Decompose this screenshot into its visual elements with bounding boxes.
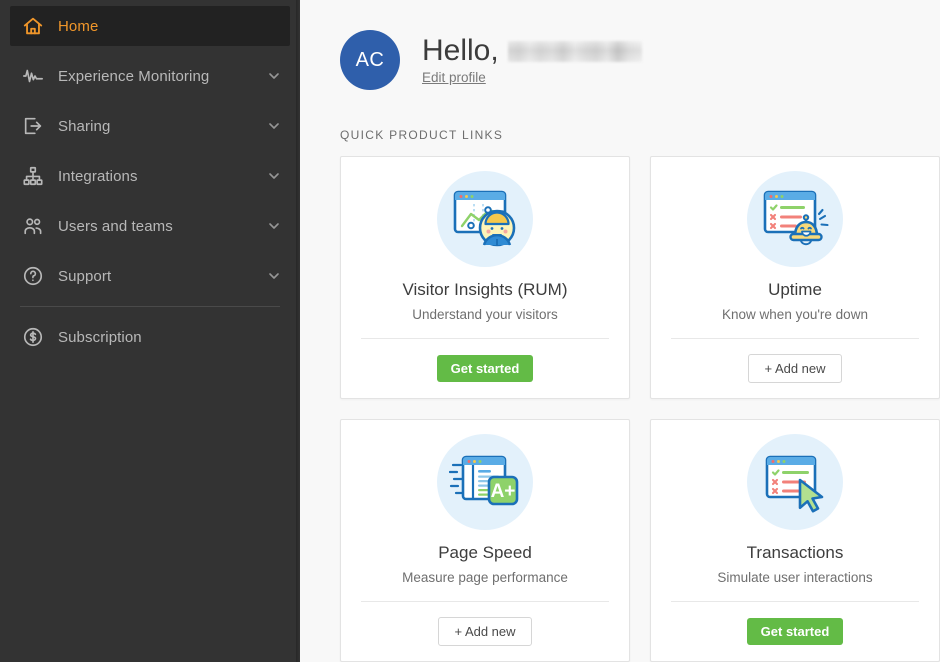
get-started-button[interactable]: Get started <box>746 618 844 646</box>
main-content: AC Hello, Edit profile QUICK PRODUCT LIN… <box>300 0 940 662</box>
user-name-redacted <box>507 40 642 62</box>
card-actions: Get started <box>361 339 609 398</box>
question-icon <box>20 263 46 289</box>
sidebar-item-label: Support <box>58 267 112 285</box>
profile-header: AC Hello, Edit profile <box>340 28 940 92</box>
sidebar-item-label: Experience Monitoring <box>58 67 210 85</box>
product-card-transactions[interactable]: Transactions Simulate user interactions … <box>650 419 940 662</box>
chevron-down-icon[interactable] <box>266 168 282 184</box>
card-actions: + Add new <box>671 339 919 398</box>
share-box-icon <box>20 113 46 139</box>
card-subtitle: Measure page performance <box>402 570 568 586</box>
chevron-down-icon[interactable] <box>266 268 282 284</box>
sidebar-item-label: Users and teams <box>58 217 173 235</box>
get-started-button[interactable]: Get started <box>436 355 534 383</box>
edit-profile-link[interactable]: Edit profile <box>422 70 486 85</box>
sidebar-item-label: Home <box>58 17 99 35</box>
greeting-row: Hello, <box>422 35 642 67</box>
sitemap-icon <box>20 163 46 189</box>
sidebar-divider <box>20 306 280 307</box>
product-card-visitor-insights[interactable]: Visitor Insights (RUM) Understand your v… <box>340 156 630 399</box>
sidebar-item-sharing[interactable]: Sharing <box>10 106 290 146</box>
sidebar-item-support[interactable]: Support <box>10 256 290 296</box>
browser-checklist-bell-icon <box>747 171 843 267</box>
sidebar-item-experience-monitoring[interactable]: Experience Monitoring <box>10 56 290 96</box>
card-title: Page Speed <box>438 543 532 562</box>
sidebar: Home Experience Monitoring Sharing Integ… <box>0 0 300 662</box>
chevron-down-icon[interactable] <box>266 218 282 234</box>
sidebar-item-home[interactable]: Home <box>10 6 290 46</box>
users-icon <box>20 213 46 239</box>
sidebar-item-label: Integrations <box>58 167 138 185</box>
home-icon <box>20 13 46 39</box>
sidebar-item-label: Subscription <box>58 328 142 346</box>
product-card-grid: Visitor Insights (RUM) Understand your v… <box>340 156 940 662</box>
dollar-icon <box>20 324 46 350</box>
chevron-down-icon[interactable] <box>266 118 282 134</box>
card-title: Transactions <box>746 543 844 562</box>
app-root: Home Experience Monitoring Sharing Integ… <box>0 0 940 662</box>
card-subtitle: Simulate user interactions <box>717 570 873 586</box>
card-actions: Get started <box>671 602 919 661</box>
sidebar-item-subscription[interactable]: Subscription <box>10 317 290 357</box>
browser-chart-visitor-icon <box>437 171 533 267</box>
product-card-page-speed[interactable]: A+ Page Speed Measure page performance +… <box>340 419 630 662</box>
avatar[interactable]: AC <box>340 30 400 90</box>
add-new-button[interactable]: + Add new <box>438 617 532 647</box>
card-subtitle: Understand your visitors <box>412 307 558 323</box>
browser-speed-aplus-icon: A+ <box>437 434 533 530</box>
avatar-initials: AC <box>355 48 385 71</box>
card-actions: + Add new <box>361 602 609 661</box>
sidebar-item-integrations[interactable]: Integrations <box>10 156 290 196</box>
sidebar-item-users-and-teams[interactable]: Users and teams <box>10 206 290 246</box>
browser-checklist-cursor-icon <box>747 434 843 530</box>
svg-text:A+: A+ <box>491 481 516 502</box>
product-card-uptime[interactable]: Uptime Know when you're down + Add new <box>650 156 940 399</box>
card-subtitle: Know when you're down <box>722 307 868 323</box>
pulse-icon <box>20 63 46 89</box>
profile-text: Hello, Edit profile <box>422 33 642 88</box>
card-title: Visitor Insights (RUM) <box>402 280 568 299</box>
card-title: Uptime <box>768 280 822 299</box>
chevron-down-icon[interactable] <box>266 68 282 84</box>
sidebar-item-label: Sharing <box>58 117 111 135</box>
add-new-button[interactable]: + Add new <box>748 354 842 384</box>
section-label-quick-product-links: QUICK PRODUCT LINKS <box>340 128 504 142</box>
page-title: Hello, <box>422 33 499 67</box>
